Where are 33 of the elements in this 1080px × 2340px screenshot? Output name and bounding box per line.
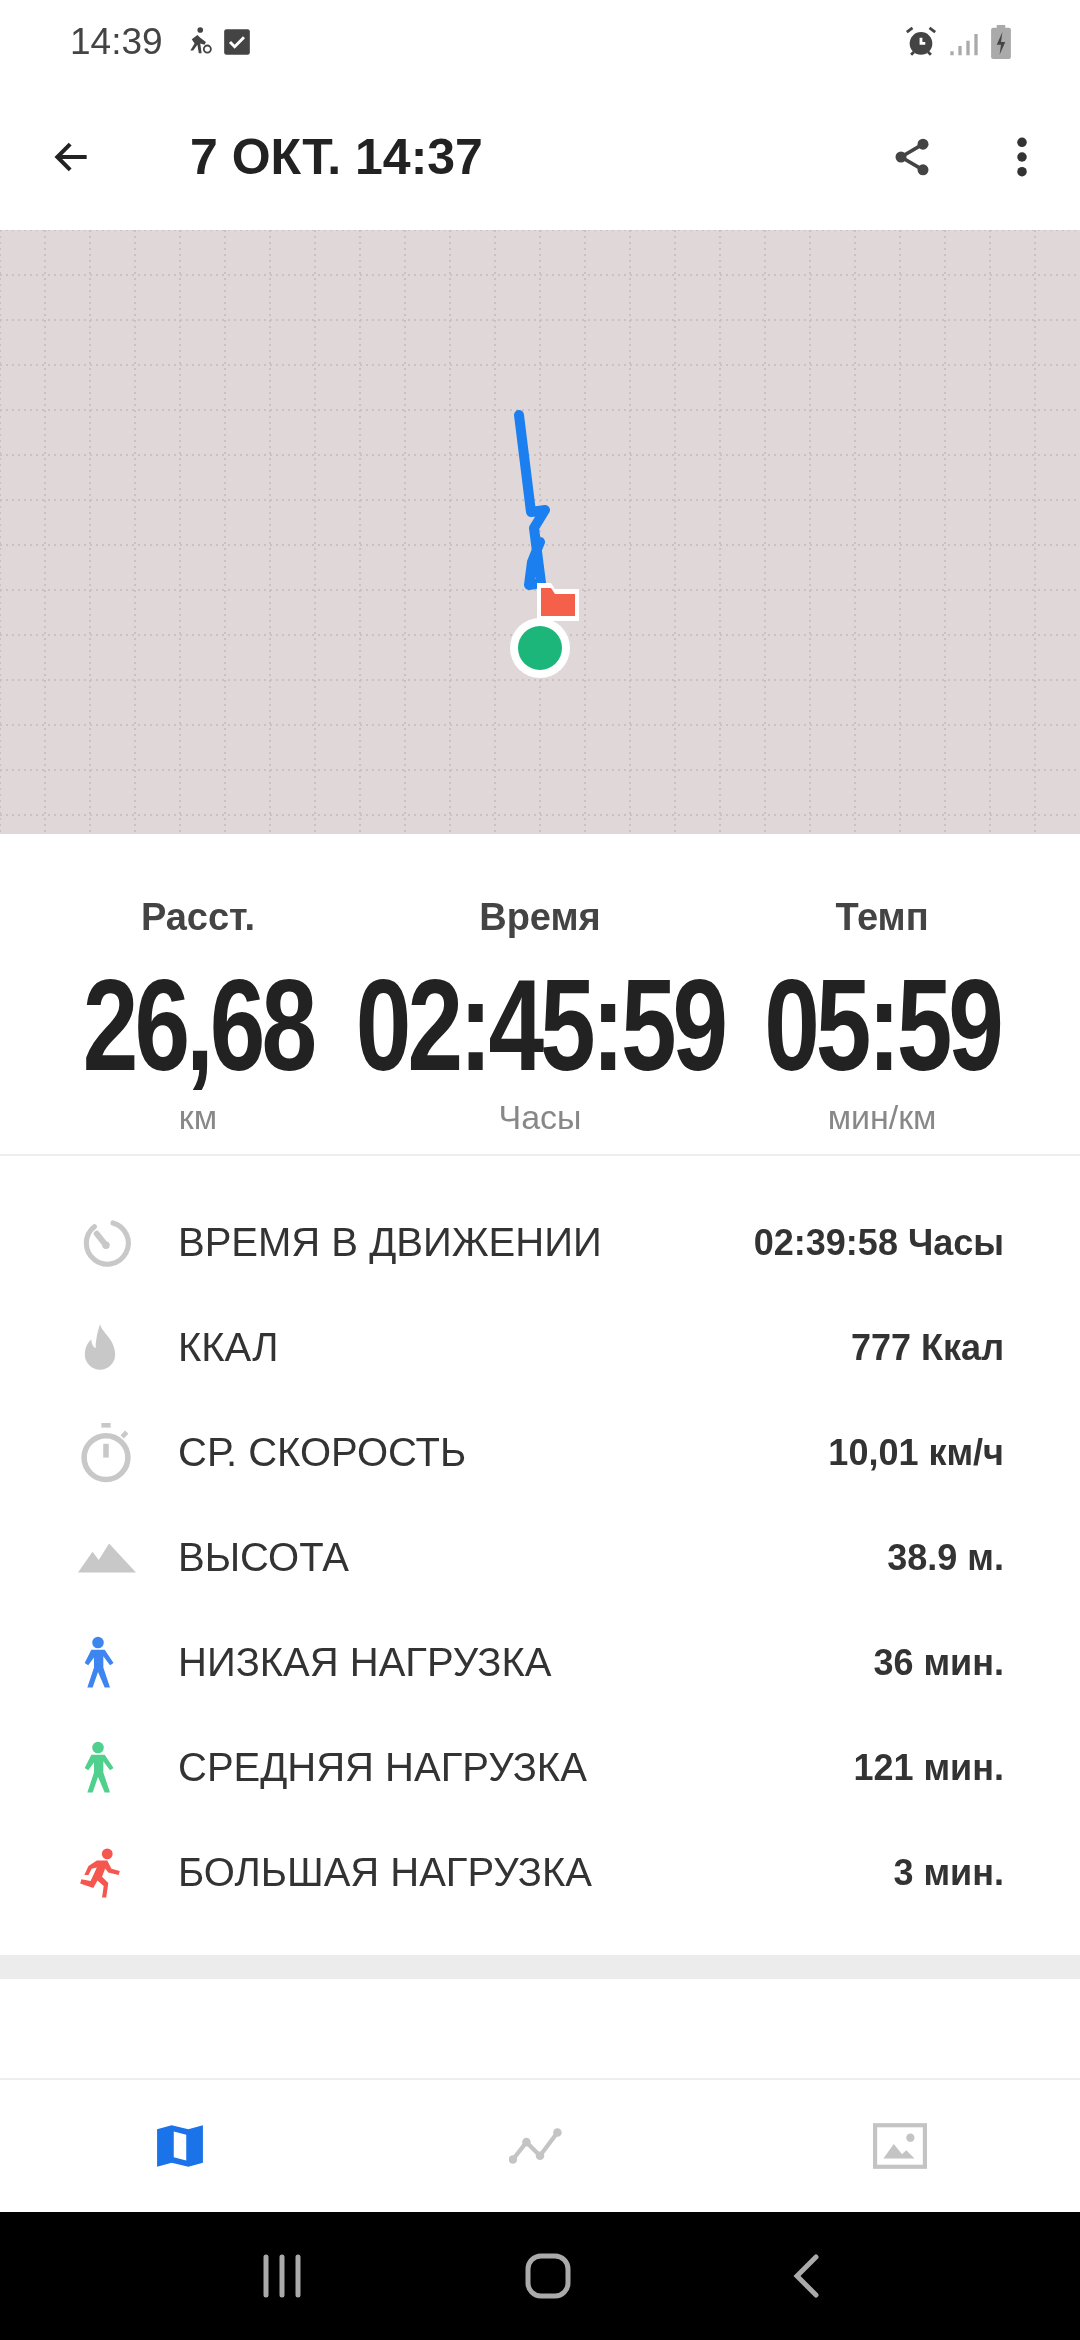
home-icon[interactable] [525, 2253, 571, 2299]
stat-label: Расст. [140, 896, 255, 939]
stat-label: Время [479, 896, 601, 939]
status-time: 14:39 [70, 21, 163, 63]
metric-value: 3 мин. [893, 1851, 1004, 1894]
stopwatch-icon [78, 1422, 134, 1483]
mountains-icon [78, 1541, 136, 1574]
metric-value: 02:39:58 Часы [753, 1221, 1004, 1264]
page-title: 7 ОКТ. 14:37 [190, 128, 483, 186]
metric-label: СРЕДНЯЯ НАГРУЗКА [178, 1745, 587, 1790]
metric-value: 777 Ккал [851, 1326, 1004, 1369]
metric-label: БОЛЬШАЯ НАГРУЗКА [178, 1850, 592, 1895]
more-icon[interactable] [1014, 135, 1030, 179]
metric-label: ВЫСОТА [178, 1535, 349, 1580]
metric-label: ВРЕМЯ В ДВИЖЕНИИ [178, 1220, 602, 1265]
stat-value: 05:59 [764, 957, 1000, 1094]
image-icon [873, 2123, 927, 2169]
metric-value: 10,01 км/ч [828, 1431, 1004, 1474]
metric-label: ККАЛ [178, 1325, 279, 1370]
metric-value: 38.9 м. [887, 1536, 1004, 1579]
stat-value: 26,68 [82, 957, 314, 1094]
stat-unit: мин/км [827, 1098, 937, 1137]
metric-value: 121 мин. [853, 1746, 1004, 1789]
metric-value: 36 мин. [873, 1641, 1004, 1684]
stat-unit: Часы [498, 1098, 582, 1137]
metric-label: НИЗКАЯ НАГРУЗКА [178, 1640, 552, 1685]
battery-icon [990, 25, 1012, 59]
stat-label: Темп [835, 896, 929, 939]
back-nav-icon[interactable] [791, 2253, 820, 2299]
stat-value: 02:45:59 [355, 957, 725, 1094]
checkbox-icon [222, 28, 251, 56]
metric-label: СР. СКОРОСТЬ [178, 1430, 467, 1475]
stat-unit: км [178, 1098, 218, 1137]
